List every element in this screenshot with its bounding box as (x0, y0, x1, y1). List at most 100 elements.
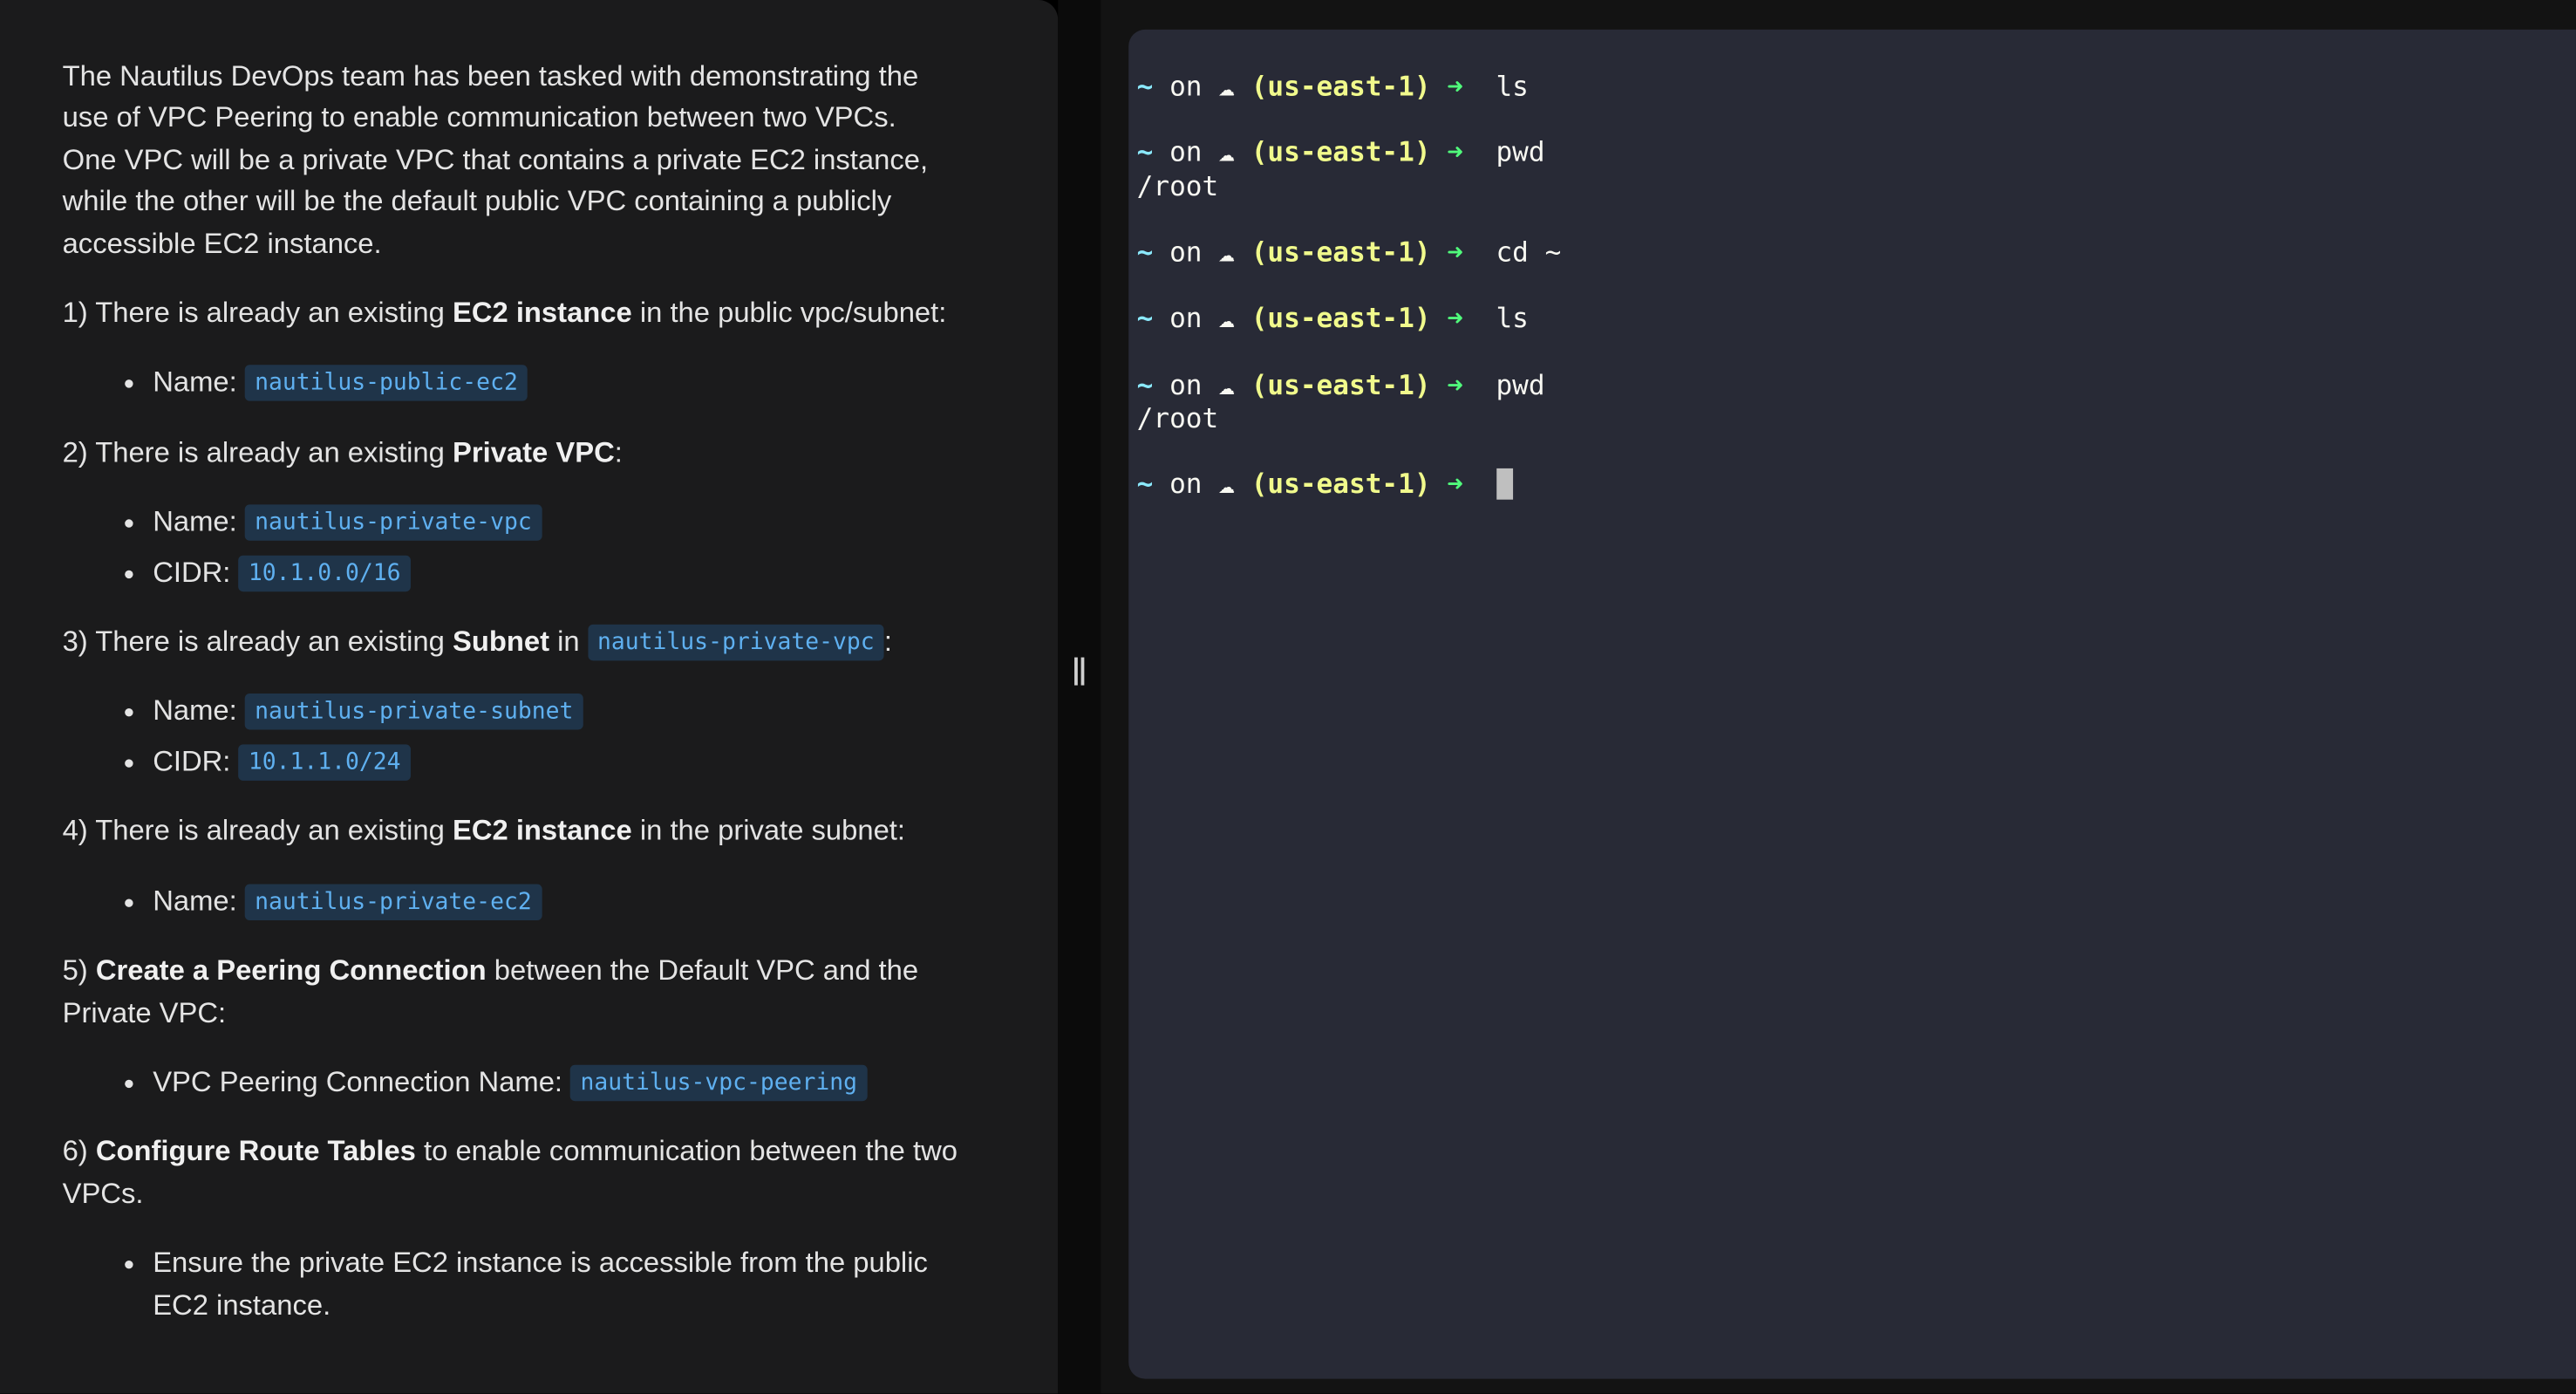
step-4-prefix: 4) There is already an existing (62, 814, 453, 847)
list-item: CIDR: 10.1.0.0/16 (153, 551, 957, 593)
prompt-on: on (1153, 236, 1219, 268)
prompt-region: (us-east-1) (1234, 369, 1431, 401)
instructions-panel: The Nautilus DevOps team has been tasked… (0, 0, 1059, 1394)
step-4-bold: EC2 instance (452, 814, 632, 847)
code-tag: 10.1.0.0/16 (238, 555, 411, 591)
prompt-arrow-icon: ➜ (1430, 369, 1480, 401)
terminal-command: pwd (1496, 369, 1545, 401)
step-2-bold: Private VPC (452, 434, 615, 468)
list-item: Ensure the private EC2 instance is acces… (153, 1242, 957, 1326)
prompt-on: on (1153, 71, 1219, 102)
cloud-icon: ☁ (1218, 303, 1235, 335)
cloud-icon: ☁ (1218, 71, 1235, 102)
step-6-paragraph: 6) Configure Route Tables to enable comm… (63, 1131, 958, 1215)
prompt-tilde: ~ (1136, 303, 1154, 335)
step-1-bold: EC2 instance (452, 296, 632, 329)
step-1-paragraph: 1) There is already an existing EC2 inst… (63, 292, 958, 334)
step-3-middle: in (549, 624, 588, 658)
prompt-tilde: ~ (1136, 71, 1154, 102)
intro-paragraph: The Nautilus DevOps team has been tasked… (62, 58, 929, 259)
terminal-command: ls (1496, 71, 1529, 102)
prompt-on: on (1153, 468, 1219, 501)
terminal-output-line: /root (1136, 170, 1219, 202)
step-6-bold: Configure Route Tables (95, 1134, 416, 1168)
prompt-arrow-icon: ➜ (1430, 137, 1480, 168)
prompt-tilde: ~ (1136, 369, 1154, 401)
list-item: Name: nautilus-private-vpc (153, 502, 957, 543)
cloud-icon: ☁ (1218, 468, 1235, 501)
code-tag: nautilus-private-vpc (587, 624, 884, 661)
step-2-list: Name: nautilus-private-vpc CIDR: 10.1.0.… (63, 502, 958, 593)
terminal-command: ls (1496, 303, 1529, 335)
prompt-region: (us-east-1) (1234, 71, 1431, 102)
cloud-icon: ☁ (1218, 137, 1235, 168)
item-label: Name: (153, 366, 245, 399)
step-4-list: Name: nautilus-private-ec2 (63, 880, 958, 922)
code-tag: nautilus-public-ec2 (244, 366, 528, 402)
terminal-output: ~ on ☁ (us-east-1) ➜ ls ~ on ☁ (us-east-… (1136, 71, 1562, 502)
terminal-command: cd ~ (1496, 236, 1562, 268)
prompt-region: (us-east-1) (1234, 303, 1431, 335)
code-tag: nautilus-private-ec2 (244, 883, 542, 920)
code-tag: nautilus-vpc-peering (570, 1064, 868, 1102)
code-tag: nautilus-private-subnet (244, 694, 583, 731)
prompt-arrow-icon: ➜ (1430, 468, 1480, 501)
step-1-list: Name: nautilus-public-ec2 (63, 362, 958, 404)
terminal[interactable]: ~ on ☁ (us-east-1) ➜ ls ~ on ☁ (us-east-… (1128, 29, 2576, 1379)
item-label: VPC Peering Connection Name: (153, 1064, 571, 1098)
terminal-line: ~ on ☁ (us-east-1) ➜ ls (1137, 71, 1562, 104)
step-1-prefix: 1) There is already an existing (62, 296, 453, 329)
step-3-paragraph: 3) There is already an existing Subnet i… (63, 621, 958, 663)
step-2-paragraph: 2) There is already an existing Private … (63, 432, 958, 474)
prompt-arrow-icon: ➜ (1430, 71, 1480, 102)
step-6-prefix: 6) (62, 1134, 96, 1168)
panel-divider (1058, 0, 1101, 1394)
step-1-suffix: in the public vpc/subnet: (631, 296, 947, 329)
terminal-line: ~ on ☁ (us-east-1) ➜ ls (1137, 303, 1562, 336)
step-5-paragraph: 5) Create a Peering Connection between t… (63, 950, 958, 1034)
cloud-icon: ☁ (1218, 236, 1235, 268)
terminal-cursor[interactable] (1496, 468, 1513, 501)
step-2-prefix: 2) There is already an existing (62, 434, 453, 468)
step-6-list: Ensure the private EC2 instance is acces… (63, 1242, 958, 1326)
instructions-content: The Nautilus DevOps team has been tasked… (63, 56, 958, 1326)
step-3-prefix: 3) There is already an existing (62, 624, 453, 658)
prompt-on: on (1153, 137, 1219, 168)
prompt-region: (us-east-1) (1234, 236, 1431, 268)
app-root: The Nautilus DevOps team has been tasked… (0, 0, 2576, 1394)
list-item: Name: nautilus-public-ec2 (153, 362, 957, 404)
step-3-list: Name: nautilus-private-subnet CIDR: 10.1… (63, 691, 958, 782)
code-tag: nautilus-private-vpc (244, 504, 542, 542)
code-tag: 10.1.1.0/24 (238, 744, 411, 781)
step-4-paragraph: 4) There is already an existing EC2 inst… (63, 810, 958, 852)
prompt-tilde: ~ (1136, 137, 1154, 168)
step-5-list: VPC Peering Connection Name: nautilus-vp… (63, 1062, 958, 1104)
prompt-tilde: ~ (1136, 236, 1154, 268)
terminal-line: ~ on ☁ (us-east-1) ➜ pwd (1137, 369, 1562, 402)
terminal-active-line[interactable]: ~ on ☁ (us-east-1) ➜ (1137, 468, 1562, 502)
terminal-line: ~ on ☁ (us-east-1) ➜ pwd (1137, 137, 1562, 170)
prompt-on: on (1153, 369, 1219, 401)
item-label: Name: (153, 694, 245, 728)
item-label: CIDR: (153, 555, 239, 588)
step-3-suffix: : (883, 624, 893, 658)
prompt-on: on (1153, 303, 1219, 335)
prompt-tilde: ~ (1136, 468, 1154, 501)
terminal-line: ~ on ☁ (us-east-1) ➜ cd ~ (1137, 236, 1562, 270)
list-item: Name: nautilus-private-ec2 (153, 880, 957, 922)
list-item: Name: nautilus-private-subnet (153, 691, 957, 733)
step-5-bold: Create a Peering Connection (95, 953, 487, 987)
terminal-output-line: /root (1136, 402, 1219, 434)
prompt-arrow-icon: ➜ (1430, 236, 1480, 268)
step-2-suffix: : (614, 434, 623, 468)
drag-handle-icon[interactable] (1073, 657, 1086, 686)
step-4-suffix: in the private subnet: (631, 814, 905, 847)
list-item: CIDR: 10.1.1.0/24 (153, 741, 957, 782)
item-label: CIDR: (153, 744, 239, 777)
step-3-bold: Subnet (452, 624, 550, 658)
